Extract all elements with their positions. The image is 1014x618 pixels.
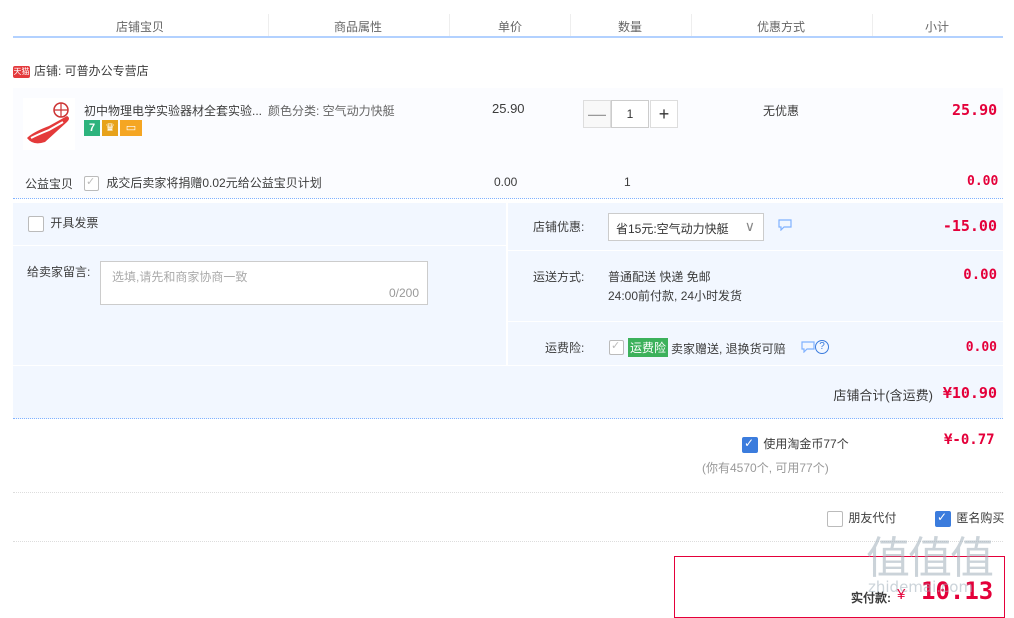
col-header-subtotal: 小计	[925, 20, 950, 34]
insurance-text: 卖家赠送, 退换货可赔	[671, 342, 786, 356]
shop-total-amount: ¥10.90	[942, 384, 997, 402]
product-thumbnail[interactable]	[23, 98, 75, 150]
qty-minus-button[interactable]: —	[583, 100, 611, 128]
invoice-message-panel: 开具发票 给卖家留言: 选填,请先和商家协商一致 0/200	[13, 203, 506, 365]
divider	[449, 14, 450, 36]
message-textarea[interactable]: 选填,请先和商家协商一致 0/200	[100, 261, 428, 305]
friend-pay-checkbox[interactable]	[827, 510, 843, 527]
divider	[13, 541, 1003, 543]
insurance-amount: 0.00	[965, 340, 997, 355]
shipping-row: 运送方式: 普通配送 快递 免邮 24:00前付款, 24小时发货 0.00	[508, 251, 1003, 322]
coins-checkbox[interactable]	[742, 436, 758, 453]
item-subtotal: 25.90	[952, 101, 998, 119]
credit-card-icon: ▭	[120, 120, 142, 136]
message-counter: 0/200	[388, 286, 419, 300]
shop-discount-value: 省15元:空气动力快艇	[616, 222, 729, 236]
charity-subtotal: 0.00	[967, 174, 999, 189]
message-label: 给卖家留言:	[27, 265, 91, 279]
charity-qty: 1	[624, 175, 631, 189]
divider	[872, 14, 873, 36]
charity-price: 0.00	[494, 175, 518, 189]
insurance-badge: 运费险	[628, 338, 669, 357]
invoice-checkbox[interactable]	[28, 215, 44, 232]
coins-note: (你有4570个, 可用77个)	[702, 461, 829, 475]
comment-icon[interactable]	[801, 341, 815, 353]
coins-label: 使用淘金币77个	[763, 437, 849, 451]
comment-icon[interactable]	[778, 219, 792, 231]
message-placeholder: 选填,请先和商家协商一致	[112, 270, 248, 284]
coins-row: 使用淘金币77个	[742, 435, 849, 453]
shop-name[interactable]: 店铺: 可普办公专营店	[34, 64, 149, 78]
col-header-discount: 优惠方式	[757, 20, 806, 34]
service-badges: 7 ♛ ▭	[84, 120, 144, 136]
insurance-label: 运费险:	[545, 341, 585, 355]
charity-checkbox-row: 成交后卖家将捐赠0.02元给公益宝贝计划	[84, 174, 322, 192]
shipping-amount: 0.00	[963, 267, 997, 283]
help-icon[interactable]: ?	[815, 340, 829, 354]
divider	[13, 492, 1003, 494]
coins-amount: ¥-0.77	[944, 432, 995, 448]
watermark-url: zhidemai.com	[868, 578, 974, 596]
shop-total-bar: 店铺合计(含运费) ¥10.90	[13, 366, 1003, 419]
shop-total-label: 店铺合计(含运费)	[833, 388, 933, 403]
unit-price: 25.90	[492, 101, 525, 116]
charity-label: 公益宝贝	[25, 177, 74, 191]
watermark-logo: 值值值	[866, 533, 994, 584]
seven-day-return-icon: 7	[84, 120, 100, 136]
guarantee-icon: ♛	[102, 120, 118, 136]
invoice-row: 开具发票	[28, 214, 98, 232]
col-header-price: 单价	[498, 20, 523, 34]
qty-plus-button[interactable]: +	[650, 100, 678, 128]
divider	[13, 245, 506, 246]
order-item-block: 初中物理电学实验器材全套实验... 颜色分类: 空气动力快艇 7 ♛ ▭ 25.90…	[13, 88, 1003, 199]
divider	[691, 14, 692, 36]
shop-discount-label: 店铺优惠:	[533, 220, 585, 234]
shop-discount-row: 店铺优惠: 省15元:空气动力快艇 ∨ -15.00	[508, 203, 1003, 251]
shop-discount-select[interactable]: 省15元:空气动力快艇 ∨	[608, 213, 764, 241]
col-header-qty: 数量	[618, 20, 643, 34]
divider	[570, 14, 571, 36]
shop-discount-amount: -15.00	[942, 217, 997, 235]
shipping-method: 普通配送 快递 免邮	[608, 270, 711, 284]
shipping-label: 运送方式:	[533, 270, 585, 284]
col-header-shop-item: 店铺宝贝	[116, 20, 165, 34]
product-title[interactable]: 初中物理电学实验器材全套实验...	[84, 102, 262, 119]
column-header: 店铺宝贝 商品属性 单价 数量 优惠方式 小计	[13, 0, 1003, 38]
insurance-row: 运费险: 运费险 卖家赠送, 退换货可赔 ? 0.00	[508, 322, 1003, 365]
invoice-label: 开具发票	[50, 216, 99, 230]
insurance-checkbox[interactable]	[609, 339, 624, 356]
chevron-down-icon: ∨	[744, 218, 755, 234]
qty-input[interactable]: 1	[611, 100, 649, 128]
order-summary-panel: 店铺优惠: 省15元:空气动力快艇 ∨ -15.00 运送方式: 普通配送 快递…	[508, 203, 1003, 365]
charity-checkbox[interactable]	[84, 175, 99, 192]
charity-text: 成交后卖家将捐赠0.02元给公益宝贝计划	[106, 176, 322, 190]
shipping-time: 24:00前付款, 24小时发货	[608, 289, 743, 303]
divider	[268, 14, 269, 36]
tmall-icon: 天猫	[13, 65, 30, 78]
product-attribute: 颜色分类: 空气动力快艇	[268, 104, 395, 118]
discount-method: 无优惠	[763, 104, 800, 118]
col-header-attributes: 商品属性	[334, 20, 383, 34]
shop-line: 天猫 店铺: 可普办公专营店	[13, 62, 149, 79]
